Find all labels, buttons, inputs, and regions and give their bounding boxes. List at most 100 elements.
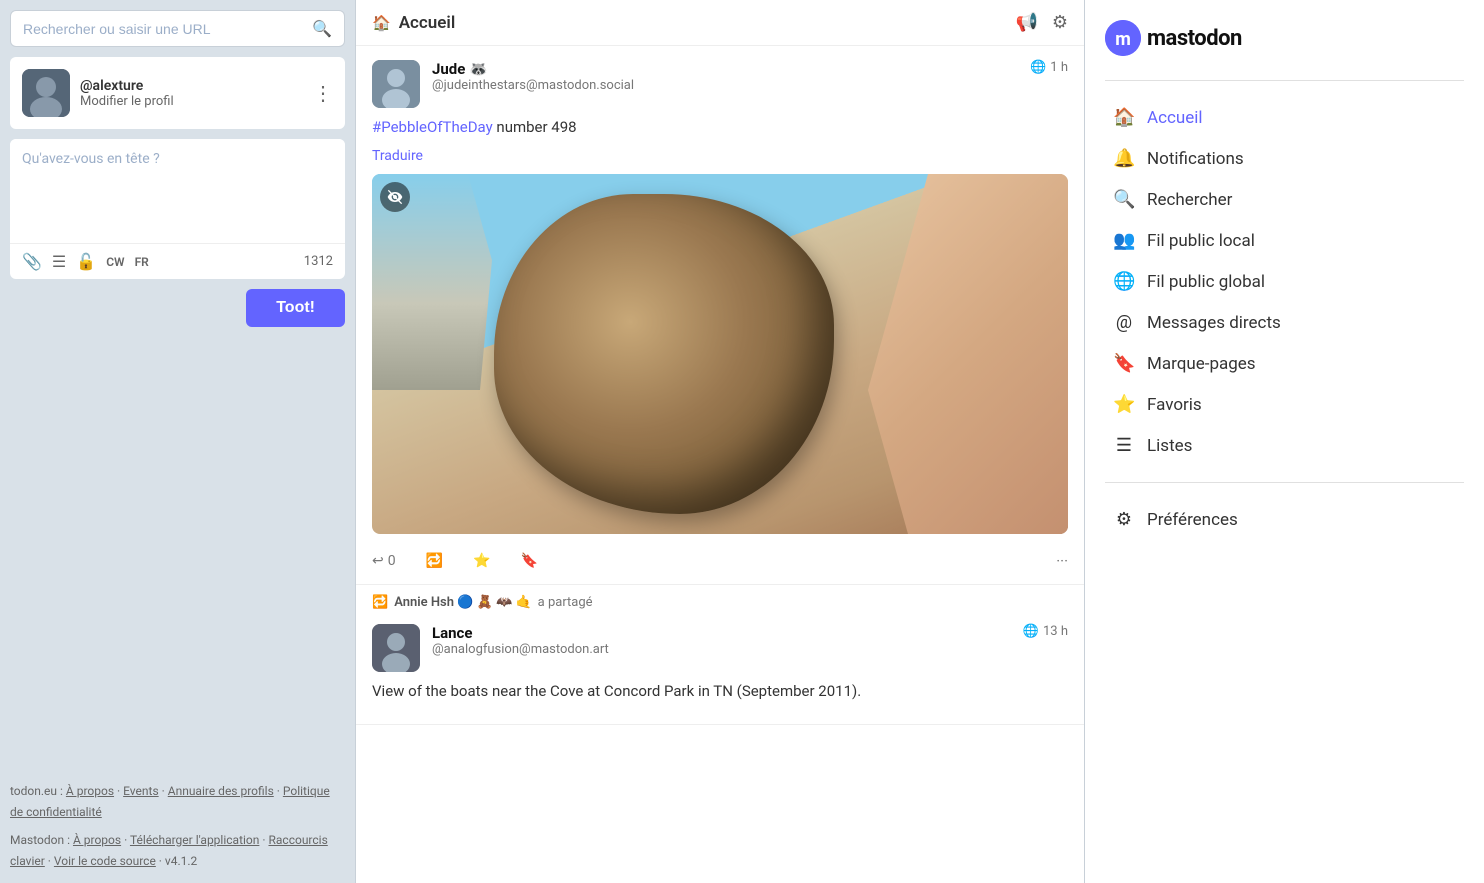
- edit-profile-link[interactable]: Modifier le profil: [80, 94, 174, 109]
- footer-a-propos2-link[interactable]: À propos: [73, 833, 121, 847]
- feed-header-icons: 📢 ⚙: [1015, 12, 1068, 33]
- accueil-label: Accueil: [1147, 108, 1203, 128]
- attach-icon[interactable]: 📎: [22, 252, 42, 271]
- footer-mastodon-line: Mastodon : À propos · Télécharger l'appl…: [10, 830, 345, 873]
- logo-text: mastodon: [1147, 26, 1242, 51]
- reply-button[interactable]: ↩ 0: [372, 553, 396, 569]
- compose-toolbar: 📎 ☰ 🔓 CW FR 1312: [10, 243, 345, 279]
- bookmark-icon: 🔖: [520, 553, 537, 569]
- post-2-meta: Lance @analogfusion@mastodon.art: [432, 624, 1023, 657]
- nav-item-accueil[interactable]: 🏠 Accueil: [1105, 97, 1464, 138]
- post-2-avatar-img: [372, 624, 420, 672]
- nav-item-fil-public-local[interactable]: 👥Fil public local: [1105, 220, 1464, 261]
- post-2-avatar[interactable]: [372, 624, 420, 672]
- home-icon: 🏠: [372, 14, 391, 32]
- translate-link[interactable]: Traduire: [372, 148, 423, 164]
- fil-public-local-icon: 👥: [1113, 230, 1135, 251]
- footer-events-link[interactable]: Events: [123, 784, 159, 798]
- nav-item-marque-pages[interactable]: 🔖Marque-pages: [1105, 343, 1464, 384]
- post-1-actions: ↩ 0 🔁 ⭐ 🔖 ···: [372, 546, 1068, 570]
- post-2-time-value: 13 h: [1043, 624, 1068, 639]
- post-2-header: Lance @analogfusion@mastodon.art 🌐 13 h: [372, 624, 1068, 672]
- post-1-time-value: 1 h: [1050, 60, 1068, 75]
- favoris-icon: ⭐: [1113, 394, 1135, 415]
- char-count: 1312: [304, 254, 333, 269]
- announce-icon[interactable]: 📢: [1015, 12, 1037, 33]
- nav-item-rechercher[interactable]: 🔍Rechercher: [1105, 179, 1464, 220]
- boost-notice: 🔁 Annie Hsh 🔵 🧸 🦇 🤙 a partagé: [356, 585, 1084, 610]
- search-bar: 🔍: [10, 10, 345, 47]
- post-2-name-row: Lance: [432, 624, 1023, 642]
- booster-name[interactable]: Annie Hsh 🔵 🧸 🦇 🤙: [394, 595, 531, 610]
- more-actions-button[interactable]: ···: [1056, 552, 1068, 570]
- cw-button[interactable]: CW: [106, 255, 124, 269]
- footer-telecharger-link[interactable]: Télécharger l'application: [130, 833, 259, 847]
- user-info: @alexture Modifier le profil: [22, 69, 174, 117]
- post-1-meta: Jude 🦝 @judeinthestars@mastodon.social: [432, 60, 1030, 93]
- listes-icon: ☰: [1113, 435, 1135, 456]
- compose-input[interactable]: [10, 139, 345, 239]
- mastodon-label: Mastodon :: [10, 833, 70, 847]
- filter-icon[interactable]: ⚙: [1052, 12, 1068, 33]
- listes-label: Listes: [1147, 436, 1192, 456]
- mastodon-logo: m mastodon: [1105, 20, 1464, 56]
- globe-icon: 🌐: [1030, 60, 1046, 75]
- post-1-text: number 498: [493, 118, 577, 136]
- post-1-image[interactable]: [372, 174, 1068, 534]
- post-2-content: View of the boats near the Cove at Conco…: [372, 682, 1068, 700]
- lang-button[interactable]: FR: [135, 255, 149, 269]
- lock-icon[interactable]: 🔓: [76, 252, 96, 271]
- nav-item-notifications[interactable]: 🔔Notifications: [1105, 138, 1464, 179]
- rock-visual: [494, 194, 834, 514]
- post-2: Lance @analogfusion@mastodon.art 🌐 13 h …: [356, 610, 1084, 725]
- favorite-button[interactable]: ⭐: [473, 553, 490, 569]
- search-input[interactable]: [23, 21, 312, 37]
- accueil-icon: 🏠: [1113, 107, 1135, 128]
- logo-icon: m: [1105, 20, 1141, 56]
- nav-item-messages-directs[interactable]: @Messages directs: [1105, 302, 1464, 343]
- user-text: @alexture Modifier le profil: [80, 78, 174, 109]
- boost-icon: 🔁: [426, 553, 443, 569]
- footer-annuaire-link[interactable]: Annuaire des profils: [168, 784, 274, 798]
- feed-title: Accueil: [399, 13, 1008, 33]
- notifications-icon: 🔔: [1113, 148, 1135, 169]
- boost-notice-icon: 🔁: [372, 595, 388, 610]
- post-2-time: 🌐 13 h: [1023, 624, 1068, 639]
- post-1-time: 🌐 1 h: [1030, 60, 1068, 75]
- nav-item-preferences[interactable]: ⚙ Préférences: [1105, 499, 1464, 540]
- nav-item-favoris[interactable]: ⭐Favoris: [1105, 384, 1464, 425]
- user-menu-button[interactable]: ⋮: [313, 81, 333, 105]
- rechercher-icon: 🔍: [1113, 189, 1135, 210]
- messages-directs-icon: @: [1113, 312, 1135, 333]
- compose-area: 📎 ☰ 🔓 CW FR 1312: [10, 139, 345, 279]
- avatar[interactable]: [22, 69, 70, 117]
- post-2-handle[interactable]: @analogfusion@mastodon.art: [432, 642, 1023, 657]
- footer-code-link[interactable]: Voir le code source: [54, 854, 156, 868]
- post-1-hashtag[interactable]: #PebbleOfTheDay: [372, 118, 493, 136]
- nav-divider-top: [1105, 80, 1464, 81]
- image-overlay-icon[interactable]: [380, 182, 410, 212]
- toot-button[interactable]: Toot!: [246, 289, 345, 327]
- feed-header: 🏠 Accueil 📢 ⚙: [356, 0, 1084, 46]
- post-1-content: #PebbleOfTheDay number 498: [372, 118, 1068, 136]
- post-1: Jude 🦝 @judeinthestars@mastodon.social 🌐…: [356, 46, 1084, 585]
- preferences-icon: ⚙: [1113, 509, 1135, 530]
- marque-pages-label: Marque-pages: [1147, 354, 1256, 374]
- boost-button[interactable]: 🔁: [426, 553, 443, 569]
- footer-a-propos-link[interactable]: À propos: [66, 784, 114, 798]
- svg-text:m: m: [1115, 29, 1131, 50]
- bookmark-button[interactable]: 🔖: [520, 553, 537, 569]
- post-1-handle[interactable]: @judeinthestars@mastodon.social: [432, 78, 1030, 93]
- fil-public-global-icon: 🌐: [1113, 271, 1135, 292]
- post-1-avatar[interactable]: [372, 60, 420, 108]
- post-1-translate: Traduire: [372, 146, 1068, 164]
- nav-items-container: 🏠 Accueil 🔔Notifications🔍Rechercher👥Fil pu…: [1105, 97, 1464, 466]
- format-icon[interactable]: ☰: [52, 252, 66, 271]
- post-1-name-row: Jude 🦝: [432, 60, 1030, 78]
- nav-item-fil-public-global[interactable]: 🌐Fil public global: [1105, 261, 1464, 302]
- left-sidebar: 🔍 @alexture Modifier le profil ⋮: [0, 0, 355, 883]
- toot-btn-row: Toot!: [10, 289, 345, 337]
- star-icon: ⭐: [473, 553, 490, 569]
- footer-todon-line: todon.eu : À propos · Events · Annuaire …: [10, 781, 345, 824]
- nav-item-listes[interactable]: ☰ Listes: [1105, 425, 1464, 466]
